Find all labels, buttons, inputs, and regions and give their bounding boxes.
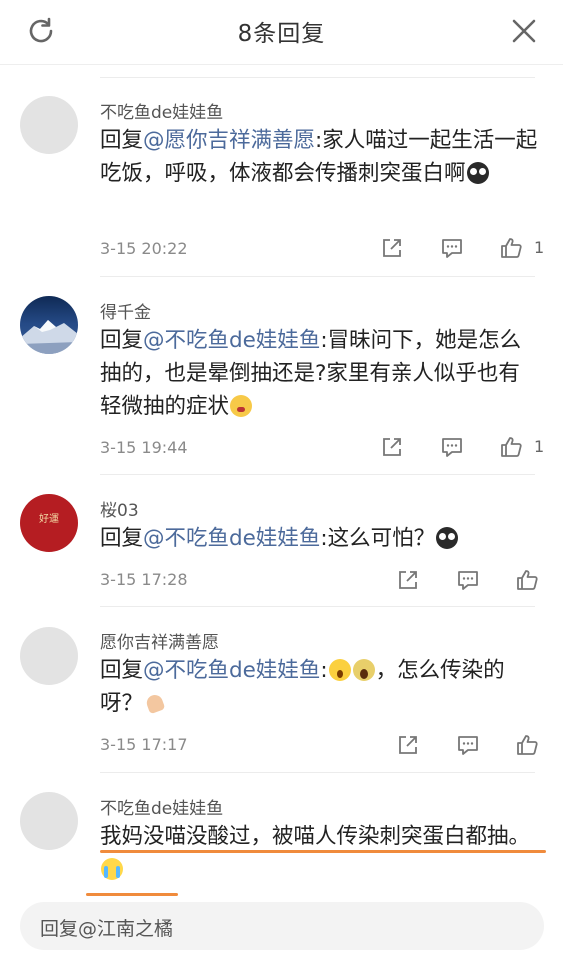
crying-face-emoji [101,858,123,880]
screaming-face-emoji [352,659,375,681]
divider [100,772,535,773]
comment-text: 回复@不吃鱼de娃娃鱼:冒昧问下，她是怎么抽的，也是晕倒抽还是?家里有亲人似乎也… [100,324,540,423]
highlight-underline [86,893,178,896]
comment-text: 回复@愿你吉祥满善愿:家人喵过一起生活一起吃饭，呼吸，体液都会传播刺突蛋白啊 [100,124,540,190]
scared-face-emoji [466,162,489,184]
like-count: 1 [534,238,545,257]
avatar[interactable] [20,792,78,850]
comment-icon[interactable] [456,733,480,757]
commenter-name[interactable]: 不吃鱼de娃娃鱼 [100,794,223,819]
share-icon[interactable] [396,733,420,757]
comment-icon[interactable] [440,236,464,260]
comment-text: 我妈没喵没酸过，被喵人传染刺突蛋白都抽。 [100,820,540,886]
mention-link[interactable]: @愿你吉祥满善愿 [143,128,315,153]
divider [100,606,535,607]
reply-input[interactable]: 回复@江南之橘 [20,902,544,950]
divider [100,474,535,475]
good-luck-avatar[interactable]: 好運 [20,494,78,552]
share-icon[interactable] [380,236,404,260]
share-icon[interactable] [396,568,420,592]
avatar[interactable] [20,296,78,354]
divider [100,77,535,78]
comment-actions: 1 [380,435,550,461]
scared-face-emoji [436,527,459,549]
comment-time: 3-15 17:17 [100,735,188,754]
commenter-name[interactable]: 桜03 [100,496,139,521]
praying-hands-emoji [144,692,166,714]
like-count: 1 [534,437,545,456]
avatar[interactable] [20,627,78,685]
comment-body: 我妈没喵没酸过，被喵人传染刺突蛋白都抽。 [100,824,531,849]
comment-text: 回复@不吃鱼de娃娃鱼:这么可怕？ [100,522,540,555]
page-title: 8条回复 [237,21,326,47]
reply-placeholder: 回复@江南之橘 [40,918,174,940]
like-icon[interactable] [515,568,539,592]
mention-link[interactable]: @不吃鱼de娃娃鱼 [143,658,320,683]
comment-time: 3-15 19:44 [100,438,188,457]
share-icon[interactable] [380,435,404,459]
comment-icon[interactable] [456,568,480,592]
reply-prefix: 回复 [100,328,144,353]
commenter-name[interactable]: 得千金 [100,298,151,323]
dialog-header: 8条回复 [0,0,563,65]
shocked-face-emoji [328,659,351,681]
comment-body: :这么可怕？ [320,526,436,551]
mention-link[interactable]: @不吃鱼de娃娃鱼 [143,526,320,551]
comment-body: : [320,658,328,683]
comment-icon[interactable] [440,435,464,459]
mention-link[interactable]: @不吃鱼de娃娃鱼 [143,328,320,353]
reply-prefix: 回复 [100,526,144,551]
highlight-underline [100,850,546,853]
comment-actions [396,568,546,594]
worried-face-emoji [230,395,253,417]
comment-actions: 1 [380,236,550,262]
like-icon[interactable] [499,236,523,260]
commenter-name[interactable]: 不吃鱼de娃娃鱼 [100,98,223,123]
like-icon[interactable] [515,733,539,757]
comment-actions [396,733,546,759]
reply-list[interactable]: 不吃鱼de娃娃鱼 回复@愿你吉祥满善愿:家人喵过一起生活一起吃饭，呼吸，体液都会… [0,64,563,896]
comment-time: 3-15 17:28 [100,570,188,589]
divider [100,276,535,277]
reply-prefix: 回复 [100,658,144,683]
reply-prefix: 回复 [100,128,144,153]
avatar[interactable] [20,96,78,154]
comment-time: 3-15 20:22 [100,239,188,258]
like-icon[interactable] [499,435,523,459]
comment-text: 回复@不吃鱼de娃娃鱼: ，怎么传染的呀？ [100,654,540,720]
avatar-text: 好運 [39,514,59,525]
commenter-name[interactable]: 愿你吉祥满善愿 [100,628,219,653]
close-icon[interactable] [509,16,539,46]
